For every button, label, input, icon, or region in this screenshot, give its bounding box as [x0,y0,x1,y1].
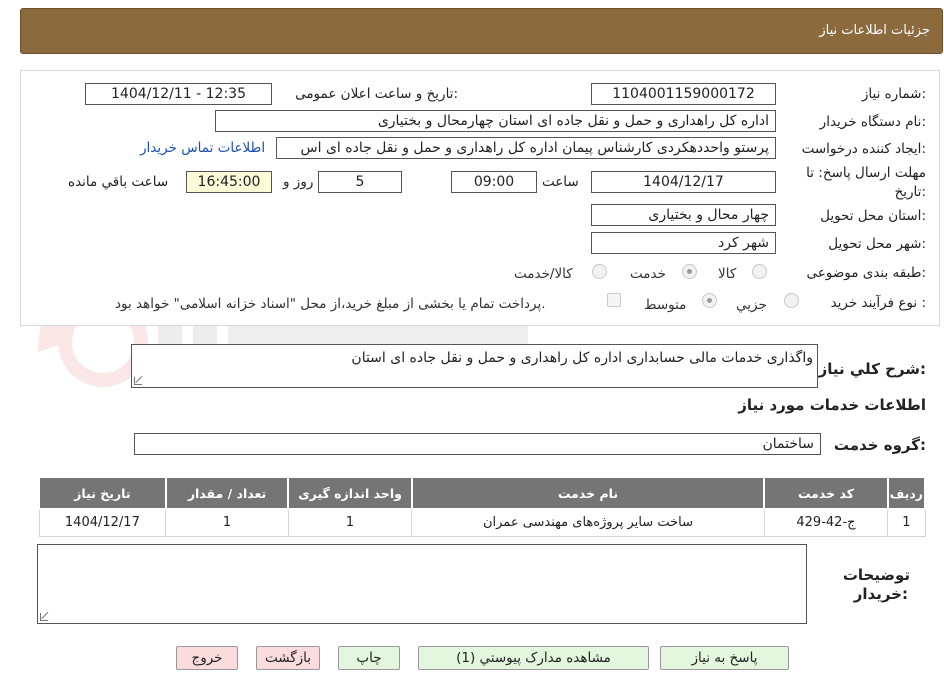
treasury-payment-checkbox[interactable] [607,293,621,307]
description-textarea[interactable]: واگذاری خدمات مالی حسابداری اداره کل راه… [131,344,818,388]
category-goods-service-label: کالا/خدمت [514,266,573,282]
services-table: ردیف کد خدمت نام خدمت واحد اندازه گیری ت… [38,476,927,537]
city-label: شهر محل تحویل: [828,236,926,252]
category-radio-goods[interactable] [752,264,767,279]
col-service-code: کد خدمت [763,476,889,510]
cell-need-date: 1404/12/17 [38,508,167,537]
deadline-label-2: تاریخ: [894,184,926,200]
treasury-payment-note: پرداخت تمام یا بخشی از مبلغ خرید،از محل … [115,296,546,312]
province-label: استان محل تحویل: [820,208,926,224]
description-text: واگذاری خدمات مالی حسابداری اداره کل راه… [351,350,813,366]
time-word-label: ساعت [542,174,579,190]
category-goods-label: کالا [718,266,737,282]
days-remaining-field: 5 [318,171,402,193]
view-attachments-button[interactable]: مشاهده مدارک پیوستي (1) [418,646,649,670]
notes-resize-grip-icon[interactable] [40,613,48,621]
table-header-row: ردیف کد خدمت نام خدمت واحد اندازه گیری ت… [38,476,927,510]
time-remaining-field: 16:45:00 [186,171,272,193]
back-button[interactable]: بازگشت [256,646,320,670]
cell-quantity: 1 [165,508,289,537]
need-number-label: شماره نیاز: [861,86,926,102]
process-medium-label: متوسط [644,297,687,313]
province-field: چهار محال و بختیاری [591,204,776,226]
need-info-panel [20,70,940,326]
deadline-date-field: 1404/12/17 [591,171,776,193]
exit-button[interactable]: خروج [176,646,238,670]
description-label: شرح کلي نیاز: [818,360,926,378]
col-row-number: ردیف [886,476,927,510]
requester-field: پرستو واحددهکردی کارشناس پیمان اداره کل … [276,137,776,159]
table-row: 1 ج-42-429 ساخت سایر پروژه‌های مهندسی عم… [38,508,926,537]
days-and-label: روز و [283,174,314,190]
page-header: جزئیات اطلاعات نیاز [20,8,943,54]
col-quantity: تعداد / مقدار [164,476,290,510]
cell-service-code: ج-42-429 [763,508,889,537]
buyer-contact-link[interactable]: اطلاعات تماس خریدار [140,140,265,156]
process-radio-medium[interactable] [702,293,717,308]
announce-datetime-field: 1404/12/11 - 12:35 [85,83,272,105]
deadline-time-field: 09:00 [451,171,537,193]
col-service-name: نام خدمت [410,476,766,510]
announce-datetime-label: تاریخ و ساعت اعلان عمومی: [295,86,458,102]
buyer-notes-textarea[interactable] [37,544,807,624]
buyer-org-field: اداره کل راهداری و حمل و نقل جاده ای است… [215,110,776,132]
page-title: جزئیات اطلاعات نیاز [819,23,930,38]
buyer-notes-label-2: خریدار: [853,585,908,603]
services-info-title: اطلاعات خدمات مورد نیاز [738,396,926,414]
category-radio-service[interactable] [682,264,697,279]
reply-to-need-button[interactable]: پاسخ به نیاز [660,646,789,670]
deadline-label: مهلت ارسال پاسخ: تا [806,165,926,181]
category-radio-goods-service[interactable] [592,264,607,279]
cell-row-number: 1 [887,508,926,537]
cell-service-name: ساخت سایر پروژه‌های مهندسی عمران [411,508,765,537]
requester-label: ایجاد کننده درخواست: [801,141,926,157]
resize-grip-icon[interactable] [134,377,142,385]
process-label: نوع فرآیند خرید : [830,295,926,311]
col-need-date: تاریخ نیاز [38,476,167,510]
print-button[interactable]: چاپ [338,646,400,670]
process-minor-label: جزيي [736,297,767,313]
category-service-label: خدمت [630,266,666,282]
cell-unit: 1 [287,508,413,537]
service-group-label: گروه خدمت: [833,436,926,454]
process-radio-minor[interactable] [784,293,799,308]
category-label: طبقه بندی موضوعی: [806,265,926,281]
service-group-field: ساختمان [134,433,821,455]
remaining-label: ساعت باقي مانده [68,174,169,190]
buyer-notes-label: توضیحات [842,566,910,584]
col-unit: واحد اندازه گیری [287,476,413,510]
buyer-org-label: نام دستگاه خریدار: [819,114,926,130]
need-number-field: 1104001159000172 [591,83,776,105]
city-field: شهر کرد [591,232,776,254]
